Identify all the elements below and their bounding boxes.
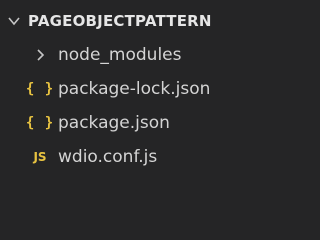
- tree-item-package-json[interactable]: { } package.json: [0, 106, 286, 140]
- tree-item-package-lock-json[interactable]: { } package-lock.json: [0, 72, 286, 106]
- explorer-section-title: PAGEOBJECTPATTERN: [28, 12, 212, 30]
- json-icon: { }: [25, 115, 55, 131]
- file-explorer: PAGEOBJECTPATTERN node_modules { } packa…: [0, 0, 286, 202]
- tree-item-node-modules[interactable]: node_modules: [0, 38, 286, 72]
- tree-item-label: wdio.conf.js: [58, 147, 158, 167]
- tree-item-label: package-lock.json: [58, 79, 211, 99]
- tree-item-label: node_modules: [58, 45, 182, 65]
- tree-item-label: package.json: [58, 113, 170, 133]
- file-tree: node_modules { } package-lock.json { } p…: [0, 38, 286, 174]
- chevron-down-icon[interactable]: [7, 14, 21, 28]
- json-icon: { }: [25, 81, 55, 97]
- chevron-right-icon[interactable]: [29, 48, 51, 62]
- explorer-section-header[interactable]: PAGEOBJECTPATTERN: [0, 6, 286, 36]
- tree-item-wdio-conf-js[interactable]: JS wdio.conf.js: [0, 140, 286, 174]
- javascript-icon: JS: [33, 150, 47, 164]
